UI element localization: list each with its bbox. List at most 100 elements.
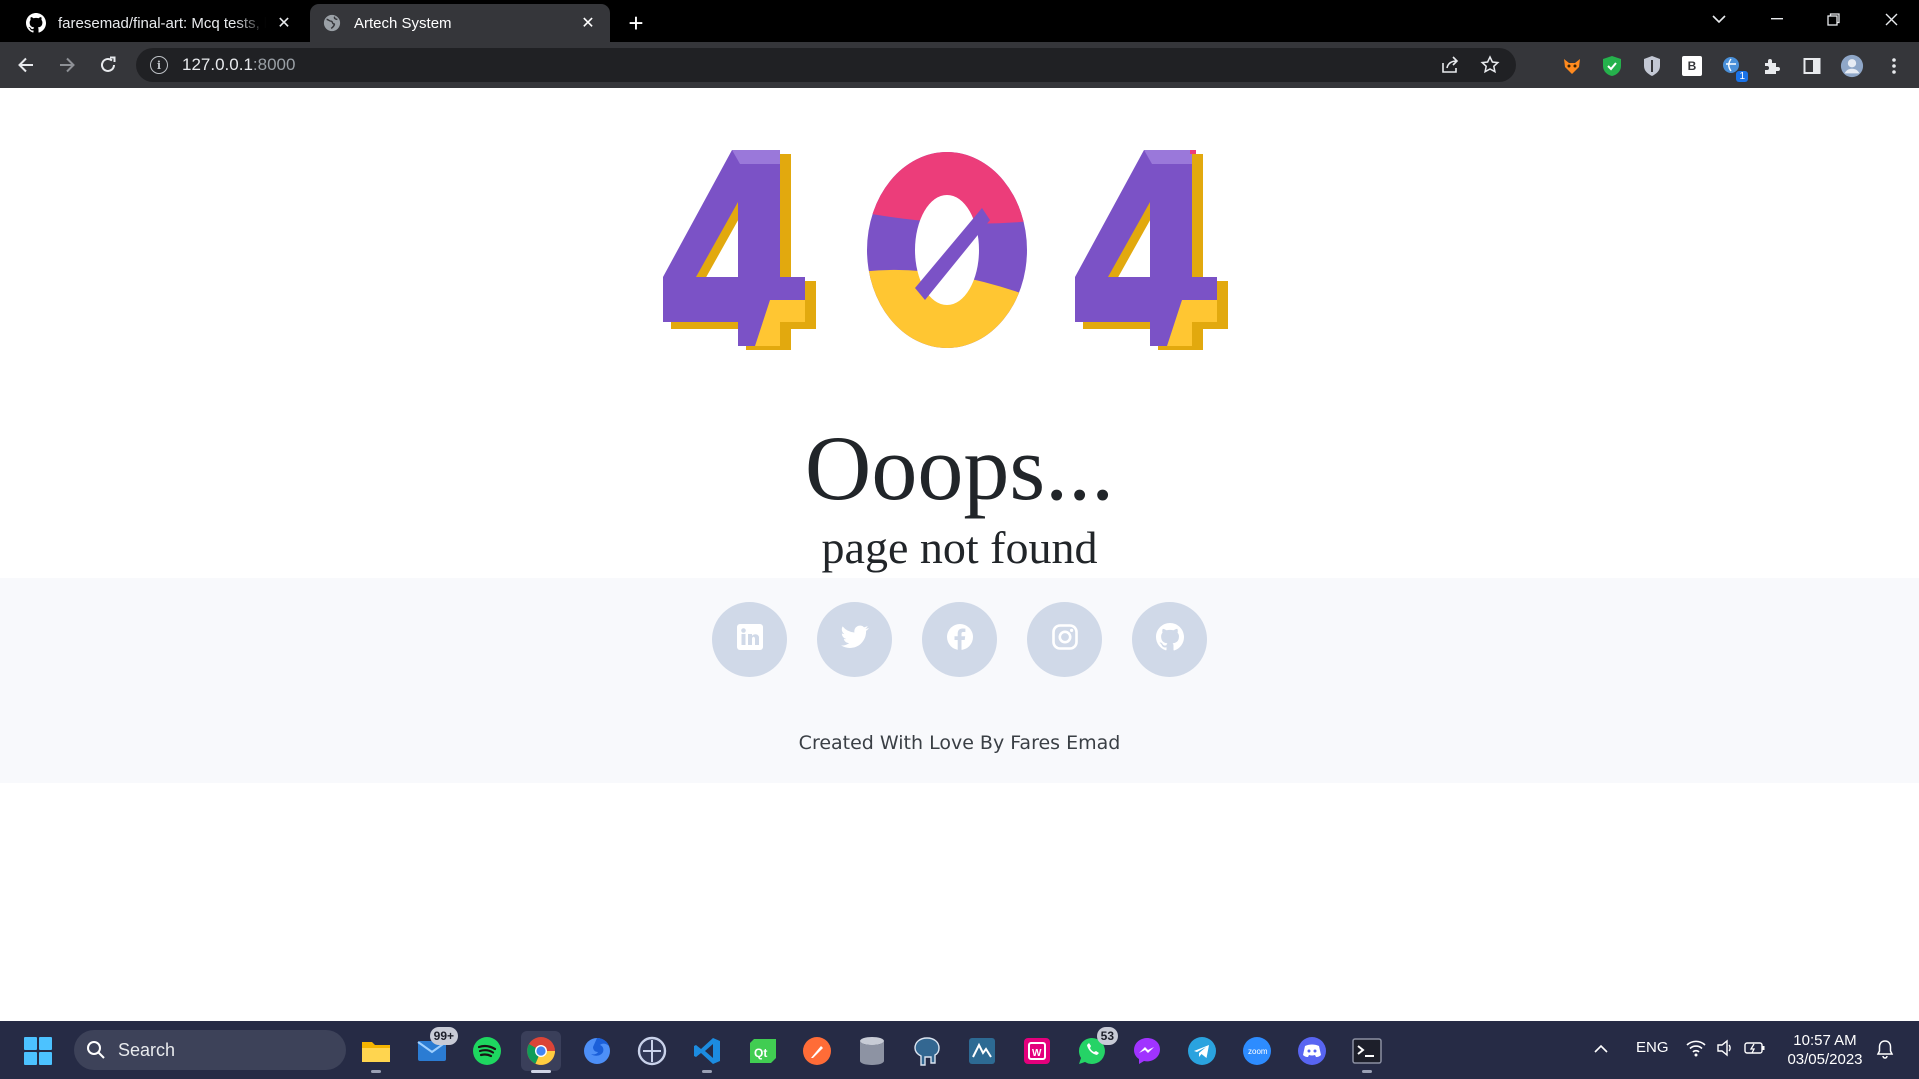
restore-button[interactable] (1808, 0, 1858, 38)
tab-title: faresemad/final-art: Mcq tests, h (58, 14, 266, 32)
browser-toolbar: i 127.0.0.1:8000 B 1 (0, 42, 1919, 88)
spotify-icon (473, 1037, 501, 1065)
bookmark-star-icon[interactable] (1478, 53, 1502, 77)
fox-extension-icon[interactable] (1560, 54, 1584, 78)
language-indicator[interactable]: ENG (1636, 1039, 1669, 1056)
taskbar-clock[interactable]: 10:57 AM 03/05/2023 (1780, 1031, 1870, 1069)
extensions-puzzle-icon[interactable] (1760, 54, 1784, 78)
url-host: 127.0.0.1 (182, 55, 253, 74)
vscode-app[interactable] (687, 1031, 727, 1073)
twitter-link[interactable] (817, 602, 892, 677)
close-tab-icon[interactable]: ✕ (274, 13, 294, 33)
instagram-icon (1051, 624, 1078, 655)
vscode-icon (694, 1038, 720, 1064)
extension-badge: 1 (1736, 71, 1748, 82)
shield-extension-icon[interactable] (1600, 54, 1624, 78)
postman-app[interactable] (797, 1031, 837, 1071)
folder-icon (362, 1042, 390, 1062)
discord-icon (1298, 1037, 1326, 1065)
facebook-icon (946, 623, 974, 656)
social-links (0, 602, 1919, 677)
tab-github[interactable]: faresemad/final-art: Mcq tests, h ✕ (14, 4, 306, 42)
wamp-app[interactable]: W (1017, 1031, 1057, 1071)
search-icon (87, 1041, 105, 1059)
new-tab-button[interactable]: + (622, 8, 650, 38)
b-extension-icon[interactable]: B (1680, 54, 1704, 78)
taskbar-search[interactable]: Search (74, 1030, 346, 1070)
clock-date: 03/05/2023 (1787, 1051, 1863, 1068)
spotify-app[interactable] (467, 1031, 507, 1071)
linkedin-link[interactable] (712, 602, 787, 677)
postman-icon (803, 1037, 831, 1065)
search-placeholder: Search (118, 1039, 176, 1060)
facebook-link[interactable] (922, 602, 997, 677)
footer-credit: Created With Love By Fares Emad (798, 732, 1121, 754)
error-heading: Ooops... (804, 417, 1115, 519)
svg-text:zoom: zoom (1248, 1047, 1268, 1056)
forward-button[interactable] (51, 49, 83, 81)
file-explorer-app[interactable] (356, 1031, 396, 1073)
qt-icon: Qt (750, 1039, 776, 1063)
messenger-icon (1134, 1038, 1160, 1064)
postgresql-app[interactable] (907, 1031, 947, 1071)
windows-start-button[interactable] (24, 1037, 52, 1065)
firefox-icon (584, 1038, 610, 1064)
clock-time: 10:57 AM (1793, 1032, 1857, 1049)
whatsapp-app[interactable]: 53 (1072, 1027, 1118, 1071)
share-icon[interactable] (1438, 53, 1462, 77)
wamp-icon: W (1024, 1038, 1050, 1064)
browser-tab-bar: faresemad/final-art: Mcq tests, h ✕ Arte… (0, 0, 1919, 42)
messenger-app[interactable] (1127, 1031, 1167, 1071)
tab-artech-system[interactable]: Artech System ✕ (310, 4, 610, 42)
url-port: :8000 (252, 55, 296, 74)
show-hidden-icons-chevron-icon[interactable] (1594, 1041, 1608, 1058)
battery-icon[interactable] (1744, 1039, 1766, 1061)
github-link[interactable] (1132, 602, 1207, 677)
footer: Created With Love By Fares Emad (0, 578, 1919, 783)
close-window-button[interactable] (1866, 0, 1916, 38)
volume-icon[interactable] (1716, 1039, 1734, 1061)
instagram-link[interactable] (1027, 602, 1102, 677)
profile-avatar[interactable] (1840, 54, 1864, 78)
notification-bell-icon[interactable] (1876, 1039, 1894, 1063)
privacy-extension-icon[interactable] (1640, 54, 1664, 78)
workbench-icon (969, 1038, 995, 1064)
side-panel-icon[interactable] (1800, 54, 1824, 78)
page-content: 404 Ooops... page not foun (0, 88, 1919, 1021)
svg-text:W: W (1032, 1048, 1042, 1059)
whatsapp-badge: 53 (1096, 1027, 1118, 1045)
elephant-icon (914, 1037, 940, 1066)
minimize-button[interactable] (1752, 0, 1802, 38)
disc-icon (637, 1036, 667, 1066)
terminal-app[interactable] (1347, 1031, 1387, 1073)
mysql-workbench-app[interactable] (962, 1031, 1002, 1071)
github-icon (1155, 623, 1184, 656)
tab-search-icon[interactable] (1694, 0, 1744, 38)
globe-icon (322, 13, 342, 33)
translate-extension-icon[interactable]: 1 (1720, 54, 1748, 82)
chrome-icon (527, 1037, 555, 1065)
twitter-icon (840, 625, 869, 654)
firefox-app[interactable] (577, 1031, 617, 1071)
reload-button[interactable] (92, 49, 124, 81)
github-icon (26, 13, 46, 33)
zoom-icon: zoom (1243, 1037, 1271, 1065)
address-bar[interactable]: i 127.0.0.1:8000 (136, 48, 1516, 82)
error-404-illustration: 404 (663, 150, 1228, 350)
telegram-icon (1188, 1037, 1216, 1065)
site-info-icon[interactable]: i (150, 56, 168, 74)
telegram-app[interactable] (1182, 1031, 1222, 1071)
back-button[interactable] (10, 49, 42, 81)
mail-app[interactable]: 99+ (412, 1027, 458, 1071)
qt-creator-app[interactable]: Qt (743, 1031, 783, 1071)
chrome-menu-icon[interactable] (1882, 54, 1906, 78)
chrome-app[interactable] (521, 1031, 561, 1073)
zoom-app[interactable]: zoom (1237, 1031, 1277, 1071)
kdenlive-app[interactable] (632, 1031, 672, 1071)
error-subheading: page not found (821, 522, 1098, 573)
mail-badge: 99+ (429, 1027, 458, 1045)
discord-app[interactable] (1292, 1031, 1332, 1071)
close-tab-icon[interactable]: ✕ (578, 13, 598, 33)
wifi-icon[interactable] (1686, 1039, 1706, 1061)
database-app[interactable] (852, 1031, 892, 1071)
